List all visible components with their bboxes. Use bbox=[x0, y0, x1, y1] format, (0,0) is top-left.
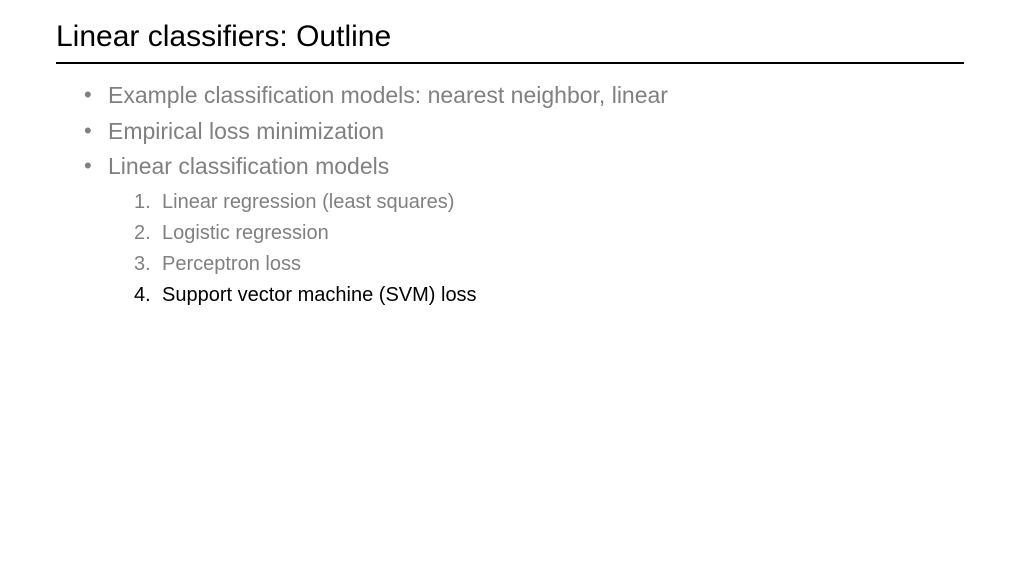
outline-list: Example classification models: nearest n… bbox=[60, 78, 964, 311]
bullet-item: Linear classification models Linear regr… bbox=[84, 149, 964, 311]
sub-item: Linear regression (least squares) bbox=[134, 187, 964, 218]
bullet-text: Linear classification models bbox=[108, 153, 389, 179]
sub-list: Linear regression (least squares) Logist… bbox=[108, 187, 964, 311]
sub-item: Logistic regression bbox=[134, 218, 964, 249]
slide-title: Linear classifiers: Outline bbox=[56, 20, 964, 64]
sub-item-active: Support vector machine (SVM) loss bbox=[134, 280, 964, 311]
bullet-item: Example classification models: nearest n… bbox=[84, 78, 964, 114]
sub-item: Perceptron loss bbox=[134, 249, 964, 280]
bullet-item: Empirical loss minimization bbox=[84, 114, 964, 150]
